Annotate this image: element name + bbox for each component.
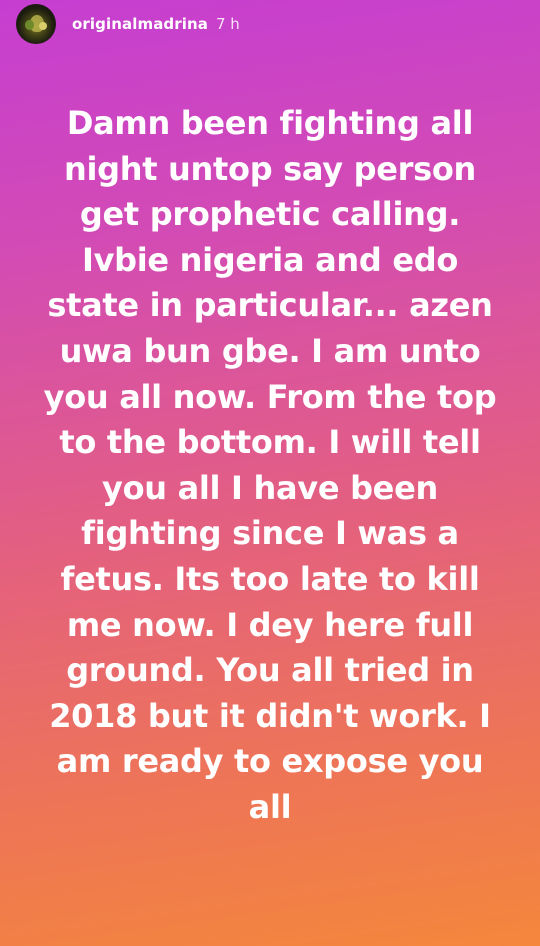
story-text: Damn been fighting all night untop say p…: [28, 101, 512, 831]
story-header: originalmadrina 7 h: [16, 3, 240, 45]
story-text-line: fighting since I was a: [81, 514, 459, 553]
story-text-line: Ivbie nigeria and edo: [81, 240, 459, 279]
story-text-line: night untop say person: [63, 149, 477, 188]
story-view[interactable]: originalmadrina 7 h Damn been fighting a…: [0, 0, 540, 946]
story-text-line: state in particular... azen: [47, 286, 493, 325]
story-text-line: Damn been fighting all: [66, 104, 474, 142]
story-text-line: you all I have been: [102, 468, 438, 507]
avatar[interactable]: [16, 4, 56, 44]
story-text-line: you all now. From the top: [43, 377, 497, 416]
story-text-line: to the bottom. I will tell: [59, 423, 481, 462]
story-text-line: get prophetic calling.: [79, 195, 461, 234]
story-text-line: me now. I dey here full: [66, 605, 474, 644]
story-text-line: uwa bun gbe. I am unto: [59, 331, 481, 370]
timestamp: 7 h: [216, 15, 240, 33]
story-text-line: 2018 but it didn't work. I: [49, 696, 491, 735]
story-text-line: am ready to expose you: [56, 742, 484, 781]
story-text-line: ground. You all tried in: [66, 651, 474, 690]
username[interactable]: originalmadrina: [72, 15, 208, 33]
avatar-image-detail: [39, 22, 47, 30]
avatar-image-detail: [25, 20, 34, 30]
story-text-line: all: [248, 787, 292, 826]
story-text-line: fetus. Its too late to kill: [60, 559, 480, 598]
